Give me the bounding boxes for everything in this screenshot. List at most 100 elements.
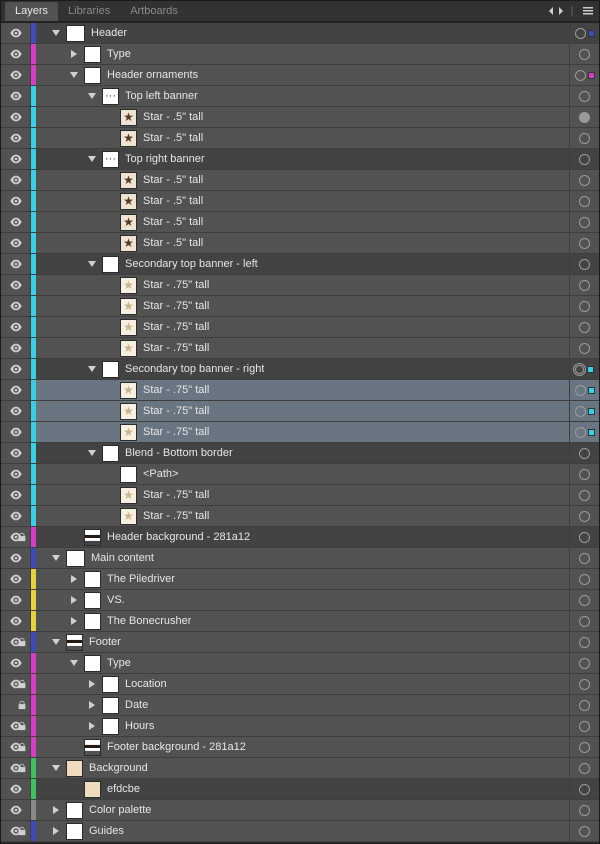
disclosure-arrow-icon[interactable] <box>50 636 62 648</box>
visibility-toggle[interactable] <box>1 86 31 106</box>
layer-content[interactable]: Main content <box>36 548 569 568</box>
visibility-toggle[interactable] <box>1 758 31 778</box>
target-column[interactable] <box>569 275 599 295</box>
visibility-toggle[interactable] <box>1 443 31 463</box>
visibility-toggle[interactable] <box>1 128 31 148</box>
target-column[interactable] <box>569 65 599 85</box>
visibility-toggle[interactable] <box>1 821 31 841</box>
layer-row-tlb-s2[interactable]: Star - .5" tall <box>1 128 599 149</box>
target-column[interactable] <box>569 107 599 127</box>
layer-content[interactable]: The Bonecrusher <box>36 611 569 631</box>
layer-content[interactable]: Star - .5" tall <box>36 233 569 253</box>
layer-content[interactable]: Header <box>36 23 569 43</box>
visibility-toggle[interactable] <box>1 170 31 190</box>
target-column[interactable] <box>569 380 599 400</box>
target-column[interactable] <box>569 44 599 64</box>
target-column[interactable] <box>569 464 599 484</box>
layer-list[interactable]: HeaderTypeHeader ornamentsTop left banne… <box>1 23 599 843</box>
layer-row-ftype[interactable]: Type <box>1 653 599 674</box>
layer-row-trb-s3[interactable]: Star - .5" tall <box>1 212 599 233</box>
layer-row-str[interactable]: Secondary top banner - right <box>1 359 599 380</box>
layer-content[interactable]: Star - .5" tall <box>36 191 569 211</box>
layer-content[interactable]: Type <box>36 44 569 64</box>
disclosure-arrow-icon[interactable] <box>86 447 98 459</box>
layer-row-vs[interactable]: VS. <box>1 590 599 611</box>
target-column[interactable] <box>569 296 599 316</box>
layer-content[interactable]: Star - .75" tall <box>36 380 569 400</box>
flyout-menu-icon[interactable] <box>581 4 595 18</box>
disclosure-arrow-icon[interactable] <box>68 69 80 81</box>
target-column[interactable] <box>569 422 599 442</box>
visibility-toggle[interactable] <box>1 548 31 568</box>
layer-content[interactable]: Top right banner <box>36 149 569 169</box>
layer-content[interactable]: Star - .75" tall <box>36 422 569 442</box>
layer-content[interactable]: VS. <box>36 590 569 610</box>
tab-layers[interactable]: Layers <box>5 2 58 21</box>
layer-row-type[interactable]: Type <box>1 44 599 65</box>
disclosure-arrow-icon[interactable] <box>68 573 80 585</box>
visibility-toggle[interactable] <box>1 149 31 169</box>
visibility-toggle[interactable] <box>1 191 31 211</box>
disclosure-arrow-icon[interactable] <box>86 258 98 270</box>
visibility-toggle[interactable] <box>1 422 31 442</box>
disclosure-arrow-icon[interactable] <box>50 804 62 816</box>
target-column[interactable] <box>569 233 599 253</box>
visibility-toggle[interactable] <box>1 569 31 589</box>
target-column[interactable] <box>569 821 599 841</box>
layer-content[interactable]: Hours <box>36 716 569 736</box>
layer-content[interactable]: Color palette <box>36 800 569 820</box>
target-column[interactable] <box>569 632 599 652</box>
disclosure-arrow-icon[interactable] <box>86 720 98 732</box>
layer-row-blend[interactable]: Blend - Bottom border <box>1 443 599 464</box>
layer-row-ornaments[interactable]: Header ornaments <box>1 65 599 86</box>
visibility-toggle[interactable] <box>1 359 31 379</box>
visibility-toggle[interactable] <box>1 716 31 736</box>
visibility-toggle[interactable] <box>1 401 31 421</box>
target-column[interactable] <box>569 716 599 736</box>
layer-row-tlb[interactable]: Top left banner <box>1 86 599 107</box>
layer-row-trb-s2[interactable]: Star - .5" tall <box>1 191 599 212</box>
disclosure-arrow-icon[interactable] <box>68 594 80 606</box>
layer-row-bg[interactable]: Background <box>1 758 599 779</box>
disclosure-arrow-icon[interactable] <box>86 678 98 690</box>
visibility-toggle[interactable] <box>1 737 31 757</box>
layer-content[interactable]: Footer <box>36 632 569 652</box>
visibility-toggle[interactable] <box>1 296 31 316</box>
visibility-toggle[interactable] <box>1 653 31 673</box>
layer-row-guides[interactable]: Guides <box>1 821 599 842</box>
layer-content[interactable]: Star - .5" tall <box>36 212 569 232</box>
visibility-toggle[interactable] <box>1 800 31 820</box>
visibility-toggle[interactable] <box>1 107 31 127</box>
layer-content[interactable]: Star - .75" tall <box>36 296 569 316</box>
visibility-toggle[interactable] <box>1 464 31 484</box>
disclosure-arrow-icon[interactable] <box>50 762 62 774</box>
layer-content[interactable]: Top left banner <box>36 86 569 106</box>
visibility-toggle[interactable] <box>1 674 31 694</box>
layer-row-blend-s1[interactable]: Star - .75" tall <box>1 485 599 506</box>
layer-content[interactable]: Star - .75" tall <box>36 401 569 421</box>
target-column[interactable] <box>569 800 599 820</box>
layer-row-trb[interactable]: Top right banner <box>1 149 599 170</box>
target-column[interactable] <box>569 548 599 568</box>
target-column[interactable] <box>569 695 599 715</box>
layer-row-stl-s1[interactable]: Star - .75" tall <box>1 275 599 296</box>
visibility-toggle[interactable] <box>1 380 31 400</box>
target-column[interactable] <box>569 128 599 148</box>
target-column[interactable] <box>569 611 599 631</box>
layer-row-date[interactable]: Date <box>1 695 599 716</box>
disclosure-arrow-icon[interactable] <box>68 615 80 627</box>
layer-content[interactable]: Star - .75" tall <box>36 317 569 337</box>
layer-row-main[interactable]: Main content <box>1 548 599 569</box>
layer-row-stl-s3[interactable]: Star - .75" tall <box>1 317 599 338</box>
target-column[interactable] <box>569 338 599 358</box>
target-column[interactable] <box>569 443 599 463</box>
target-column[interactable] <box>569 485 599 505</box>
layer-content[interactable]: Footer background - 281a12 <box>36 737 569 757</box>
visibility-toggle[interactable] <box>1 632 31 652</box>
visibility-toggle[interactable] <box>1 506 31 526</box>
disclosure-arrow-icon[interactable] <box>50 825 62 837</box>
target-column[interactable] <box>569 170 599 190</box>
layer-content[interactable]: The Piledriver <box>36 569 569 589</box>
layer-row-bg-c[interactable]: efdcbe <box>1 779 599 800</box>
target-column[interactable] <box>569 401 599 421</box>
